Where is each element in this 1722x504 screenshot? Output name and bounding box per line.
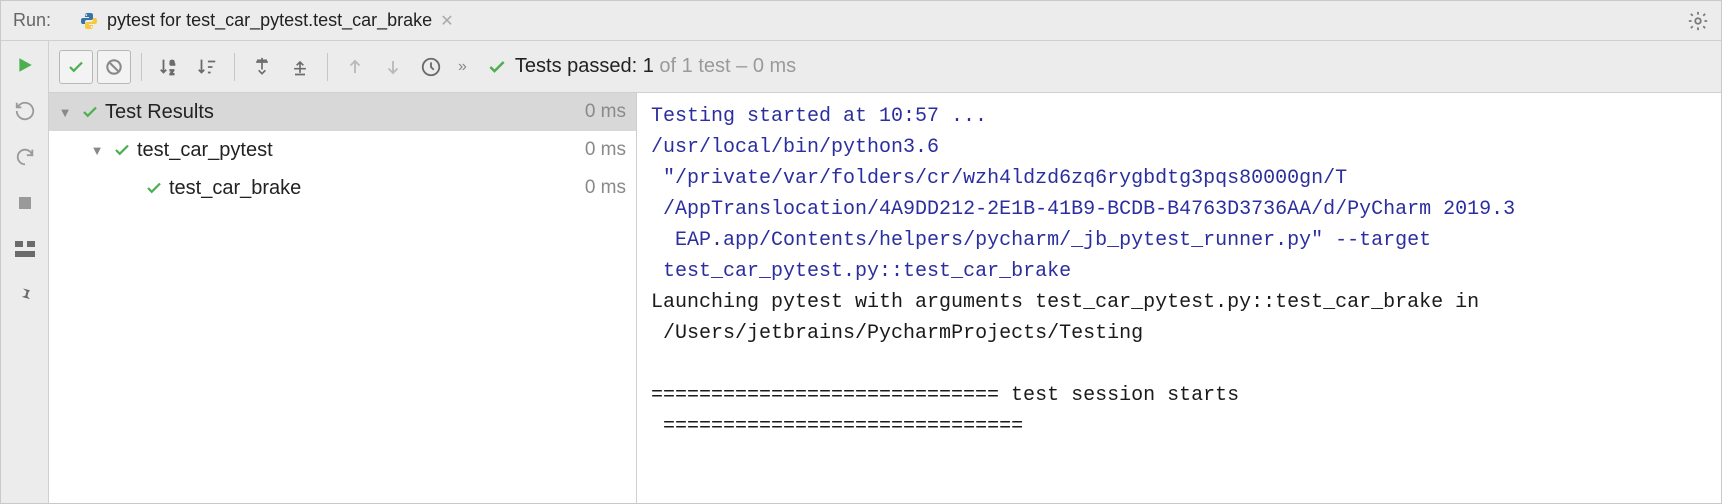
console-line: "/private/var/folders/cr/wzh4ldzd6zq6ryg… [651,167,1347,190]
test-tree[interactable]: ▼ Test Results 0 ms ▼ test_car_pytest 0 … [49,93,637,503]
pass-icon [145,179,163,197]
run-header: Run: pytest for test_car_pytest.test_car… [1,1,1721,41]
tree-node-module[interactable]: ▼ test_car_pytest 0 ms [49,131,636,169]
python-file-icon [79,11,99,31]
rerun-button[interactable] [11,51,39,79]
stop-button[interactable] [11,189,39,217]
tree-label: test_car_pytest [137,139,585,162]
console-line: /usr/local/bin/python3.6 [651,136,951,159]
tree-time: 0 ms [585,101,626,123]
status-prefix: Tests passed: [515,55,643,77]
collapse-all-button[interactable] [283,50,317,84]
test-status: Tests passed: 1 of 1 test – 0 ms [487,55,796,78]
status-count: 1 [643,55,654,77]
tree-time: 0 ms [585,177,626,199]
svg-text:a: a [170,58,175,67]
svg-text:z: z [170,67,174,76]
sort-alpha-button[interactable]: az [152,50,186,84]
show-ignored-button[interactable] [97,50,131,84]
check-icon [487,57,507,77]
expand-all-button[interactable] [245,50,279,84]
console-line: /Users/jetbrains/PycharmProjects/Testing [651,322,1143,345]
tree-node-root[interactable]: ▼ Test Results 0 ms [49,93,636,131]
tree-node-test[interactable]: test_car_brake 0 ms [49,169,636,207]
next-failed-button[interactable] [376,50,410,84]
tree-label: Test Results [105,101,585,124]
run-tool-window: Run: pytest for test_car_pytest.test_car… [0,0,1722,504]
console-line: EAP.app/Contents/helpers/pycharm/_jb_pyt… [651,229,1443,252]
prev-failed-button[interactable] [338,50,372,84]
run-config-title: pytest for test_car_pytest.test_car_brak… [107,10,432,31]
expand-arrow-icon[interactable]: ▼ [87,143,107,158]
console-line: ============================= test sessi… [651,384,1251,407]
sort-duration-button[interactable] [190,50,224,84]
pass-icon [81,103,99,121]
left-gutter [1,41,49,503]
expand-arrow-icon[interactable]: ▼ [55,105,75,120]
pin-button[interactable] [11,281,39,309]
test-history-button[interactable] [414,50,448,84]
more-actions-icon[interactable]: » [458,58,467,76]
console-output[interactable]: Testing started at 10:57 ... /usr/local/… [637,93,1721,503]
show-passed-button[interactable] [59,50,93,84]
content-area: az [49,41,1721,503]
console-line: Testing started at 10:57 ... [651,105,987,128]
console-line: /AppTranslocation/4A9DD212-2E1B-41B9-BCD… [651,198,1515,221]
test-toolbar: az [49,41,1721,93]
toggle-auto-test-button[interactable] [11,143,39,171]
tree-label: test_car_brake [169,177,585,200]
layout-button[interactable] [11,235,39,263]
console-line: Launching pytest with arguments test_car… [651,291,1479,314]
tree-time: 0 ms [585,139,626,161]
split-pane: ▼ Test Results 0 ms ▼ test_car_pytest 0 … [49,93,1721,503]
gear-icon[interactable] [1683,6,1713,36]
pass-icon [113,141,131,159]
status-suffix: of 1 test – 0 ms [654,55,796,77]
run-body: az [1,41,1721,503]
console-line: ============================== [651,415,1023,438]
close-tab-icon[interactable]: ✕ [440,11,453,31]
rerun-failed-button[interactable] [11,97,39,125]
run-config-tab[interactable]: pytest for test_car_pytest.test_car_brak… [69,1,464,40]
console-line: test_car_pytest.py::test_car_brake [651,260,1071,283]
run-label: Run: [9,10,51,31]
